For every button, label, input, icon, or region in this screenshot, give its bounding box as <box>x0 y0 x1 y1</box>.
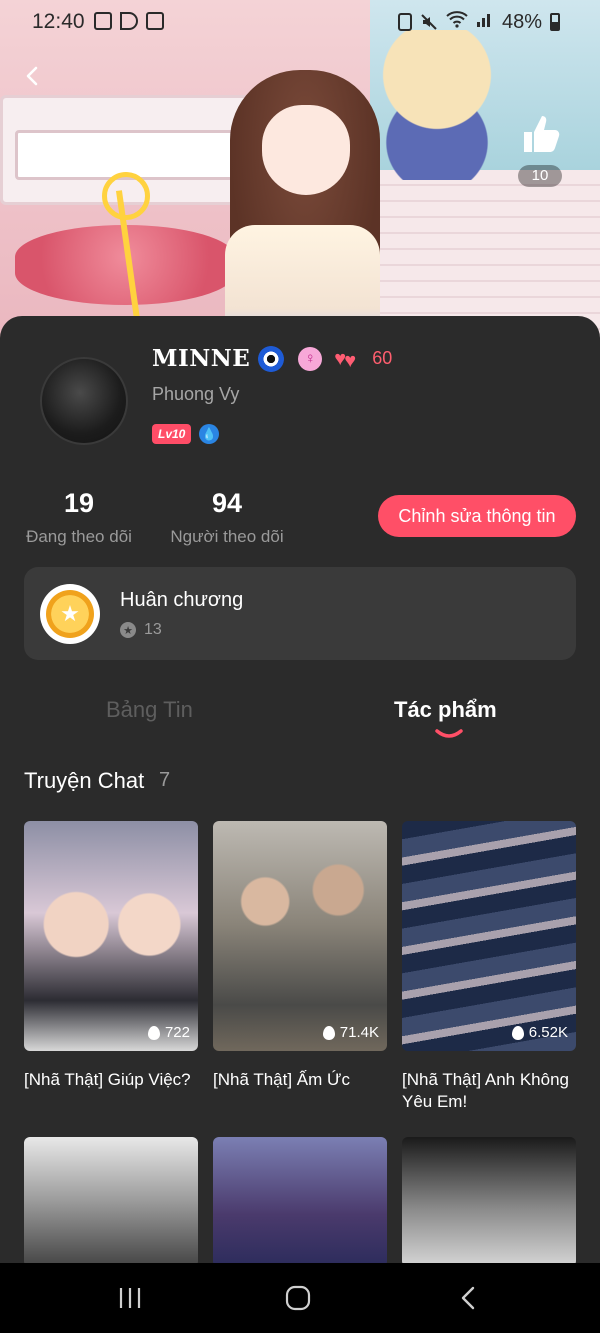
following-count: 19 <box>63 488 95 518</box>
system-nav-bar <box>0 1263 600 1333</box>
work-thumbnail[interactable] <box>24 1137 198 1267</box>
views-row: 6.52K <box>511 1024 568 1041</box>
work-thumbnail[interactable]: 722 <box>24 821 198 1051</box>
water-drop-icon: 💧 <box>199 424 220 444</box>
status-bar: 12:40 48% <box>0 0 600 44</box>
active-tab-indicator <box>435 729 463 738</box>
medals-card[interactable]: ★ Huân chương ★ 13 <box>24 567 576 660</box>
medals-count-row: ★ 13 <box>120 621 162 639</box>
cover-character-face <box>262 105 350 195</box>
hearts-count: 60 <box>372 348 393 368</box>
work-card[interactable] <box>213 1137 387 1267</box>
profile-name: MINNE <box>152 345 251 372</box>
avatar[interactable] <box>40 357 128 445</box>
profile-subname: Phuong Vy <box>152 384 240 404</box>
work-title[interactable]: [Nhã Thật] Ấm Ức <box>213 1069 387 1091</box>
play-store-icon <box>120 12 138 30</box>
work-thumbnail[interactable]: 6.52K <box>402 821 576 1051</box>
tab-works[interactable]: Tác phẩm <box>394 697 497 723</box>
chevron-left-icon <box>26 66 38 86</box>
thumbs-up-icon <box>524 116 560 152</box>
flame-icon <box>322 1025 335 1040</box>
star-icon: ★ <box>120 622 136 638</box>
profile-name-row: MINNE ♀ ♥ ♥ 60 <box>152 345 392 372</box>
app-notification-icon <box>146 12 164 30</box>
nazar-eye-icon <box>258 345 285 372</box>
lock-icon <box>397 13 412 31</box>
hearts-icon: ♥ ♥ <box>334 347 357 372</box>
views-count: 722 <box>164 1024 190 1041</box>
work-thumbnail[interactable]: 71.4K <box>213 821 387 1051</box>
work-title[interactable]: [Nhã Thật] Anh Không Yêu Em! <box>402 1069 576 1113</box>
signal-icon <box>476 10 494 34</box>
following-stat[interactable]: 19 Đang theo dõi <box>24 488 134 547</box>
medals-title: Huân chương <box>120 589 244 611</box>
level-badge: Lv10 <box>152 424 192 444</box>
recent-apps-icon <box>119 1288 141 1308</box>
views-row: 71.4K <box>322 1024 379 1041</box>
home-button[interactable] <box>278 1283 318 1313</box>
like-button[interactable]: 10 <box>514 112 566 187</box>
cover-wand-star <box>102 172 150 220</box>
work-title[interactable]: [Nhã Thật] Giúp Việc? <box>24 1069 198 1091</box>
followers-stat[interactable]: 94 Người theo dõi <box>168 488 286 547</box>
profile-cover-image <box>0 0 600 345</box>
medal-icon: ★ <box>40 584 100 644</box>
wifi-icon <box>446 10 468 34</box>
mute-icon <box>420 13 438 31</box>
system-back-button[interactable] <box>448 1283 488 1313</box>
status-time: 12:40 <box>32 10 85 33</box>
battery-icon <box>550 13 560 31</box>
views-row: 722 <box>147 1024 190 1041</box>
home-icon <box>285 1285 311 1311</box>
following-label: Đang theo dõi <box>26 527 132 546</box>
flame-icon <box>147 1025 160 1040</box>
work-thumbnail[interactable] <box>402 1137 576 1267</box>
work-card[interactable] <box>402 1137 576 1267</box>
views-count: 71.4K <box>339 1024 379 1041</box>
profile-badges: Lv10 💧 <box>152 424 220 444</box>
notification-icons <box>94 12 164 30</box>
edit-profile-button[interactable]: Chỉnh sửa thông tin <box>378 495 576 537</box>
work-card[interactable]: 722 [Nhã Thật] Giúp Việc? <box>24 821 198 1091</box>
female-gender-icon: ♀ <box>298 346 323 371</box>
battery-percent: 48% <box>501 10 542 33</box>
views-count: 6.52K <box>528 1024 568 1041</box>
cover-plush-bear <box>382 30 492 180</box>
work-card[interactable]: 6.52K [Nhã Thật] Anh Không Yêu Em! <box>402 821 576 1113</box>
gallery-icon <box>94 12 112 30</box>
recent-apps-button[interactable] <box>110 1283 150 1313</box>
flame-icon <box>511 1025 524 1040</box>
status-right: 48% <box>397 10 560 34</box>
followers-label: Người theo dõi <box>170 527 284 546</box>
work-thumbnail[interactable] <box>213 1137 387 1267</box>
work-card[interactable]: 71.4K [Nhã Thật] Ấm Ức <box>213 821 387 1091</box>
section-title: Truyện Chat <box>24 768 145 793</box>
tab-feed[interactable]: Bảng Tin <box>106 697 193 723</box>
work-card[interactable] <box>24 1137 198 1267</box>
back-button[interactable] <box>18 62 46 90</box>
section-count: 7 <box>159 769 171 791</box>
like-count: 10 <box>518 165 562 187</box>
medals-count: 13 <box>144 621 162 638</box>
followers-count: 94 <box>211 488 243 518</box>
back-chevron-icon <box>461 1286 475 1310</box>
